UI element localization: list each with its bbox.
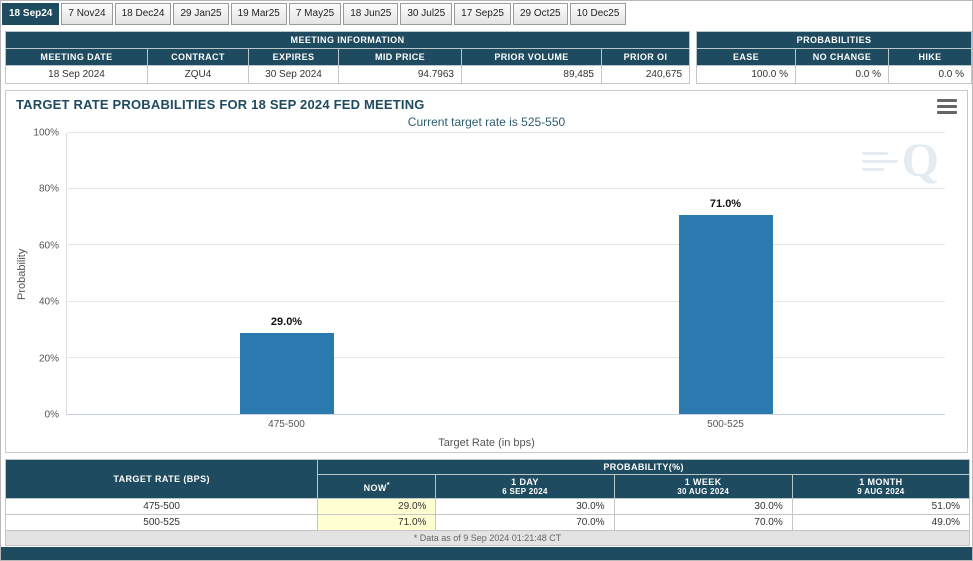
probability-history-table: TARGET RATE (BPS) PROBABILITY(%) NOW* 1 … (5, 459, 970, 546)
mid-price-value: 94.7963 (339, 66, 462, 84)
probabilities-header-row: EASE NO CHANGE HIKE (697, 49, 972, 66)
quikstrike-watermark-icon: Q (862, 139, 939, 183)
footnote-row: * Data as of 9 Sep 2024 01:21:48 CT (6, 531, 970, 546)
hike-value: 0.0 % (889, 66, 972, 84)
col-header-prior-oi: PRIOR OI (602, 49, 690, 66)
gridline (67, 244, 945, 245)
now-footnote-marker: * (387, 480, 390, 489)
one-month-probability-cell: 49.0% (792, 515, 969, 531)
expires-value: 30 Sep 2024 (249, 66, 339, 84)
top-summary-tables: MEETING INFORMATION MEETING DATE CONTRAC… (1, 25, 972, 86)
col-header-contract: CONTRACT (148, 49, 249, 66)
col-header-1-month: 1 MONTH 9 AUG 2024 (792, 475, 969, 499)
meeting-date-tab[interactable]: 18 Jun25 (343, 3, 398, 25)
one-day-probability-cell: 70.0% (436, 515, 614, 531)
chart-header: TARGET RATE PROBABILITIES FOR 18 SEP 202… (6, 91, 967, 115)
gridline (67, 357, 945, 358)
meeting-date-tab[interactable]: 19 Mar25 (231, 3, 287, 25)
x-tick-label: 500-525 (707, 419, 744, 430)
table-row: 500-525 71.0% 70.0% 70.0% 49.0% (6, 515, 970, 531)
y-axis-title: Probability (14, 133, 30, 415)
chart-body: Probability 0%20%40%60%80%100% Q 29.0%47… (14, 133, 945, 415)
gridline (67, 132, 945, 133)
col-header-expires: EXPIRES (249, 49, 339, 66)
meeting-date-tab[interactable]: 30 Jul25 (400, 3, 452, 25)
probabilities-value-row: 100.0 % 0.0 % 0.0 % (697, 66, 972, 84)
col-header-1-week-date: 30 AUG 2024 (619, 487, 788, 496)
one-week-probability-cell: 30.0% (614, 499, 792, 515)
x-axis-title: Target Rate (in bps) (6, 437, 967, 449)
col-header-no-change: NO CHANGE (796, 49, 889, 66)
meeting-date-tab[interactable]: 17 Sep25 (454, 3, 511, 25)
y-tick-label: 80% (39, 184, 59, 195)
ease-value: 100.0 % (697, 66, 796, 84)
contract-value: ZQU4 (148, 66, 249, 84)
probabilities-title: PROBABILITIES (697, 32, 972, 49)
y-tick-label: 60% (39, 240, 59, 251)
meeting-information-title: MEETING INFORMATION (6, 32, 690, 49)
watermark-q-letter: Q (902, 139, 939, 183)
meeting-date-tab[interactable]: 7 May25 (289, 3, 341, 25)
one-day-probability-cell: 30.0% (436, 499, 614, 515)
y-tick-label: 0% (45, 410, 59, 421)
bar-value-label: 29.0% (271, 316, 302, 328)
col-header-1-month-date: 9 AUG 2024 (797, 487, 965, 496)
one-week-probability-cell: 70.0% (614, 515, 792, 531)
meeting-date-tab[interactable]: 18 Sep24 (2, 3, 59, 25)
meeting-info-header-row: MEETING DATE CONTRACT EXPIRES MID PRICE … (6, 49, 690, 66)
col-header-1-week: 1 WEEK 30 AUG 2024 (614, 475, 792, 499)
meeting-date-value: 18 Sep 2024 (6, 66, 148, 84)
x-tick-label: 475-500 (268, 419, 305, 430)
col-header-mid-price: MID PRICE (339, 49, 462, 66)
target-rate-cell: 500-525 (6, 515, 318, 531)
now-probability-cell: 71.0% (318, 515, 436, 531)
meeting-date-tab[interactable]: 7 Nov24 (61, 3, 112, 25)
chart-export-menu-icon[interactable] (937, 97, 957, 114)
meeting-date-tab[interactable]: 29 Oct25 (513, 3, 568, 25)
data-as-of-footnote: * Data as of 9 Sep 2024 01:21:48 CT (6, 531, 970, 546)
col-header-now: NOW* (318, 475, 436, 499)
meeting-information-table: MEETING INFORMATION MEETING DATE CONTRAC… (5, 31, 690, 84)
bar-475-500[interactable] (240, 333, 334, 414)
col-group-header-probability: PROBABILITY(%) (318, 460, 970, 475)
y-tick-label: 40% (39, 297, 59, 308)
chart-title: TARGET RATE PROBABILITIES FOR 18 SEP 202… (16, 97, 425, 112)
col-header-1-day-date: 6 SEP 2024 (440, 487, 609, 496)
no-change-value: 0.0 % (796, 66, 889, 84)
history-group-header-row: TARGET RATE (BPS) PROBABILITY(%) (6, 460, 970, 475)
chart-subtitle: Current target rate is 525-550 (6, 115, 967, 131)
probabilities-table: PROBABILITIES EASE NO CHANGE HIKE 100.0 … (696, 31, 972, 84)
col-header-prior-volume: PRIOR VOLUME (462, 49, 602, 66)
col-header-ease: EASE (697, 49, 796, 66)
y-axis-labels: 0%20%40%60%80%100% (30, 133, 66, 415)
col-header-target-rate: TARGET RATE (BPS) (6, 460, 318, 499)
target-rate-cell: 475-500 (6, 499, 318, 515)
prior-oi-value: 240,675 (602, 66, 690, 84)
one-month-probability-cell: 51.0% (792, 499, 969, 515)
fedwatch-tool-page: 18 Sep24 7 Nov24 18 Dec24 29 Jan25 19 Ma… (0, 0, 973, 561)
meeting-date-tab[interactable]: 10 Dec25 (570, 3, 627, 25)
meeting-date-tabs: 18 Sep24 7 Nov24 18 Dec24 29 Jan25 19 Ma… (1, 1, 972, 25)
col-header-meeting-date: MEETING DATE (6, 49, 148, 66)
table-row: 475-500 29.0% 30.0% 30.0% 51.0% (6, 499, 970, 515)
col-header-hike: HIKE (889, 49, 972, 66)
prior-volume-value: 89,485 (462, 66, 602, 84)
meeting-info-value-row: 18 Sep 2024 ZQU4 30 Sep 2024 94.7963 89,… (6, 66, 690, 84)
col-header-1-day: 1 DAY 6 SEP 2024 (436, 475, 614, 499)
y-tick-label: 20% (39, 353, 59, 364)
gridline (67, 301, 945, 302)
bar-500-525[interactable] (679, 215, 773, 415)
meeting-date-tab[interactable]: 29 Jan25 (173, 3, 228, 25)
footer-bar (1, 547, 972, 560)
plot-area: Q 29.0%475-50071.0%500-525 (66, 133, 945, 415)
now-probability-cell: 29.0% (318, 499, 436, 515)
meeting-date-tab[interactable]: 18 Dec24 (115, 3, 172, 25)
watermark-speed-lines-icon (862, 152, 898, 171)
bar-value-label: 71.0% (710, 198, 741, 210)
plot-wrap: Q 29.0%475-50071.0%500-525 (66, 133, 945, 415)
target-rate-probability-chart: TARGET RATE PROBABILITIES FOR 18 SEP 202… (5, 90, 968, 453)
y-tick-label: 100% (33, 128, 59, 139)
gridline (67, 188, 945, 189)
